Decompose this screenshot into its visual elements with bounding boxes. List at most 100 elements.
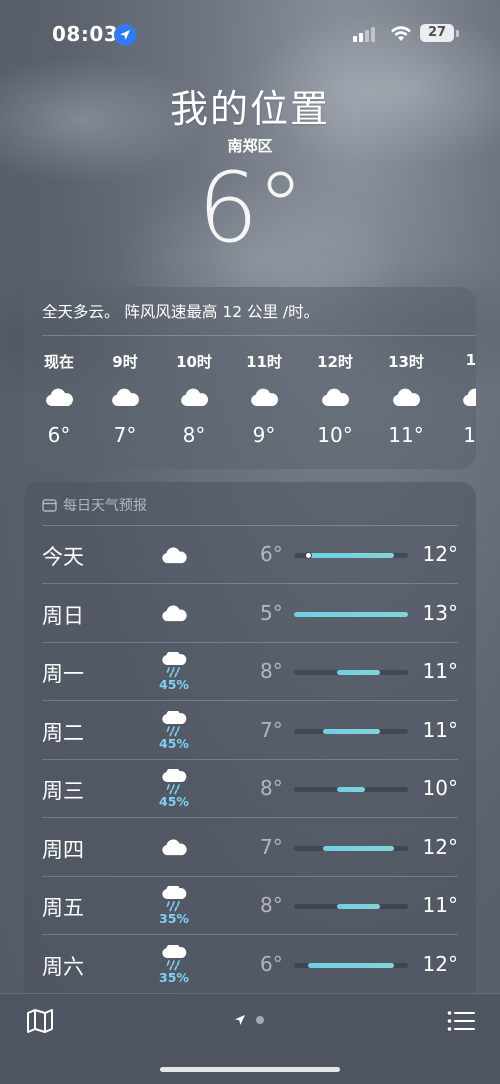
cloud-icon [158,591,190,637]
temperature-range-fill [322,728,380,734]
page-indicator[interactable] [234,1014,264,1026]
status-bar: 08:03 27 [0,0,500,68]
precipitation-chance: 45% [159,794,189,809]
cloud-rain-icon: 35% [158,942,190,988]
status-time: 08:03 [52,22,119,46]
location-title: 我的位置 [169,87,330,131]
day-name: 周四 [42,837,84,862]
temperature-range-bar [294,728,408,734]
temperature-range-bar [294,787,408,792]
daily-row[interactable]: 周三 45% 8° 10° [24,760,476,818]
high-temperature: 12° [422,542,458,566]
day-name: 周五 [42,896,84,920]
precipitation-chance: 45% [159,677,189,692]
low-temperature: 8° [260,893,283,917]
hour-label: 13时 [388,353,424,371]
hour-temperature: 12 [463,423,476,447]
daily-title: 每日天气预报 [63,498,147,514]
temperature-range-bar [294,611,408,617]
cloud-icon [305,373,365,421]
precipitation-chance: 45% [159,735,189,751]
high-temperature: 11° [422,717,458,742]
battery-icon: 27 [420,24,454,42]
cloud-rain-icon: 35% [158,883,190,929]
cloud-rain-icon: 45% [158,766,190,812]
high-temperature: 11° [422,893,458,917]
hour-label: 9时 [112,353,138,371]
high-temperature: 11° [422,659,458,683]
hour-label: 12时 [317,353,353,371]
bottom-toolbar [0,993,500,1084]
hour-temperature: 11° [388,423,424,447]
cloud-icon [158,825,190,871]
home-indicator [160,1067,340,1072]
temperature-range-fill [322,845,394,851]
daily-row[interactable]: 周五 35% 8° 11° [24,877,476,935]
hour-label: 11时 [246,353,282,371]
temperature-range-fill [308,962,394,968]
daily-row[interactable]: 周一 45% 8° 11° [24,643,476,701]
cloud-icon [446,373,476,421]
temperature-range-fill [308,553,394,558]
day-name: 周二 [42,720,84,745]
temperature-range-bar [294,962,408,968]
hourly-forecast-card[interactable]: 全天多云。 阵风风速最高 12 公里 /时。 现在 6° 9时 7° 10时 8… [24,287,476,469]
precipitation-chance: 35% [159,969,189,985]
hour-column: 10时 8° [164,351,224,447]
cloud-icon [29,373,89,421]
precipitation-chance: 35% [159,911,189,926]
page-dot-icon[interactable] [256,1016,264,1024]
location-arrow-icon [114,24,136,46]
day-name: 周三 [42,779,84,803]
location-arrow-icon[interactable] [234,1014,246,1026]
hour-temperature: 8° [182,423,206,447]
high-temperature: 13° [422,600,458,625]
high-temperature: 10° [422,776,458,800]
hour-temperature: 9° [252,423,276,447]
high-temperature: 12° [422,834,458,859]
low-temperature: 7° [260,834,283,859]
cellular-signal-icon [353,27,375,42]
temperature-range-fill [336,670,380,675]
daily-row[interactable]: 周二 45% 7° 11° [24,702,476,760]
hour-temperature: 7° [113,423,137,447]
hour-temperature: 6° [47,423,71,447]
temperature-range-bar [294,670,408,675]
map-icon[interactable] [26,1008,54,1034]
day-name: 周六 [42,954,84,979]
temperature-range-bar [294,845,408,851]
daily-row[interactable]: 周日 5° 13° [24,585,476,643]
list-icon[interactable] [447,1010,475,1032]
daily-row[interactable]: 周六 35% 6° 12° [24,936,476,994]
day-name: 周一 [42,662,84,686]
hour-label: 10时 [176,353,212,371]
temperature-range-fill [294,611,408,617]
low-temperature: 6° [260,542,283,566]
location-header: 我的位置 南郑区 6° [0,78,500,264]
hour-temperature: 10° [317,423,353,447]
temperature-range-bar [294,552,408,559]
cloud-rain-icon: 45% [158,708,190,754]
hour-column: 13时 11° [376,351,436,447]
hourly-divider [42,335,476,336]
hour-label: 现在 [43,353,74,371]
hour-column: 9时 7° [95,351,155,447]
hour-label: 14 [465,351,476,369]
cloud-icon [164,373,224,421]
daily-row[interactable]: 周四 7° 12° [24,819,476,877]
temperature-range-fill [336,904,380,909]
daily-row[interactable]: 今天 6° 12° [24,526,476,584]
cloud-rain-icon: 45% [158,649,190,695]
calendar-icon [42,499,57,512]
temperature-range-bar [294,904,408,909]
cloud-icon [234,373,294,421]
low-temperature: 7° [260,717,283,742]
hour-column: 14 12 [446,351,476,447]
day-name: 周日 [42,603,84,628]
low-temperature: 8° [260,776,283,800]
hour-column: 11时 9° [234,351,294,447]
low-temperature: 6° [260,951,283,976]
battery-tip [456,30,459,37]
daily-forecast-card[interactable]: 每日天气预报 今天 6° 12° 周日 5° 13° 周一 45% 8° 11°… [24,482,476,1012]
hourly-summary: 全天多云。 阵风风速最高 12 公里 /时。 [42,303,320,321]
